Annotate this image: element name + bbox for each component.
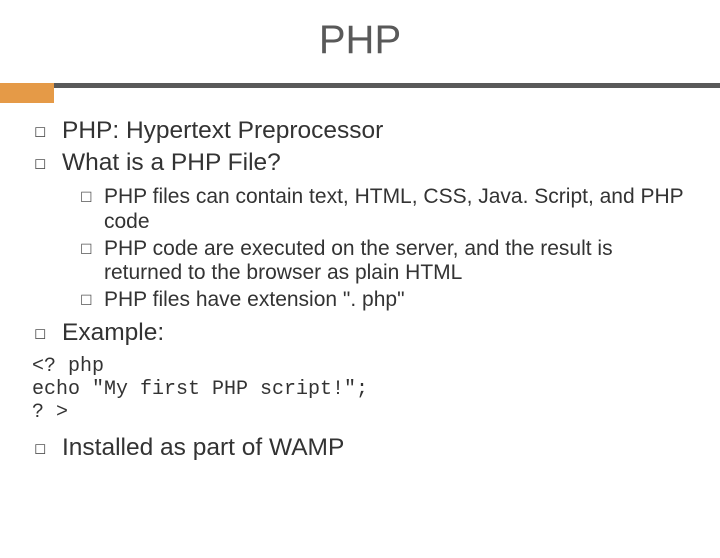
- bullet-text: PHP files can contain text, HTML, CSS, J…: [104, 185, 694, 235]
- checkbox-icon: ☐: [80, 288, 104, 313]
- bullet-text: Example:: [62, 319, 164, 349]
- hollow-square-icon: ◻: [34, 117, 62, 147]
- checkbox-icon: ☐: [80, 237, 104, 287]
- title-underline: [0, 83, 720, 89]
- bullet-level1: ◻ PHP: Hypertext Preprocessor: [34, 117, 694, 147]
- bullet-level1: ◻ Installed as part of WAMP: [34, 434, 694, 464]
- hollow-square-icon: ◻: [34, 434, 62, 464]
- bullet-level2: ☐ PHP files can contain text, HTML, CSS,…: [80, 185, 694, 235]
- bullet-level1: ◻ What is a PHP File?: [34, 149, 694, 179]
- slide-body: ◻ PHP: Hypertext Preprocessor ◻ What is …: [34, 117, 694, 349]
- underline-orange-accent: [0, 83, 54, 103]
- checkbox-icon: ☐: [80, 185, 104, 235]
- hollow-square-icon: ◻: [34, 149, 62, 179]
- hollow-square-icon: ◻: [34, 319, 62, 349]
- bullet-text: Installed as part of WAMP: [62, 434, 344, 464]
- bullet-text: PHP code are executed on the server, and…: [104, 237, 694, 287]
- bullet-text: PHP files have extension ". php": [104, 288, 405, 313]
- bullet-text: What is a PHP File?: [62, 149, 281, 179]
- bullet-level1: ◻ Example:: [34, 319, 694, 349]
- slide-title: PHP: [0, 18, 720, 63]
- bullet-level2: ☐ PHP code are executed on the server, a…: [80, 237, 694, 287]
- underline-grey: [0, 83, 720, 88]
- bullet-text: PHP: Hypertext Preprocessor: [62, 117, 383, 147]
- slide-body-after-code: ◻ Installed as part of WAMP: [34, 434, 694, 464]
- bullet-level2: ☐ PHP files have extension ". php": [80, 288, 694, 313]
- sub-bullet-group: ☐ PHP files can contain text, HTML, CSS,…: [80, 185, 694, 313]
- code-block: <? php echo "My first PHP script!"; ? >: [32, 355, 694, 424]
